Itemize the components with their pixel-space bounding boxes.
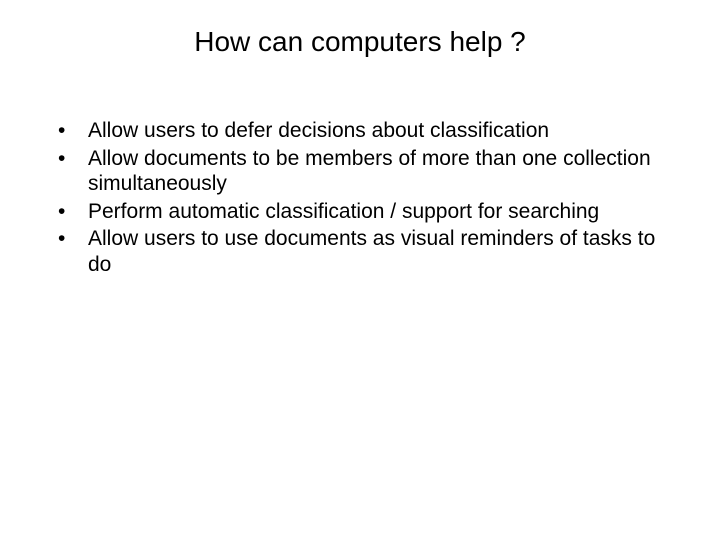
list-item: • Perform automatic classification / sup… (54, 199, 666, 225)
bullet-icon: • (54, 146, 88, 172)
bullet-icon: • (54, 118, 88, 144)
bullet-text: Allow documents to be members of more th… (88, 146, 666, 197)
list-item: • Allow documents to be members of more … (54, 146, 666, 197)
slide: How can computers help ? • Allow users t… (0, 0, 720, 540)
slide-body: • Allow users to defer decisions about c… (54, 118, 666, 280)
slide-title: How can computers help ? (0, 26, 720, 58)
bullet-icon: • (54, 226, 88, 252)
list-item: • Allow users to use documents as visual… (54, 226, 666, 277)
list-item: • Allow users to defer decisions about c… (54, 118, 666, 144)
bullet-icon: • (54, 199, 88, 225)
bullet-text: Perform automatic classification / suppo… (88, 199, 666, 225)
bullet-text: Allow users to defer decisions about cla… (88, 118, 666, 144)
bullet-text: Allow users to use documents as visual r… (88, 226, 666, 277)
